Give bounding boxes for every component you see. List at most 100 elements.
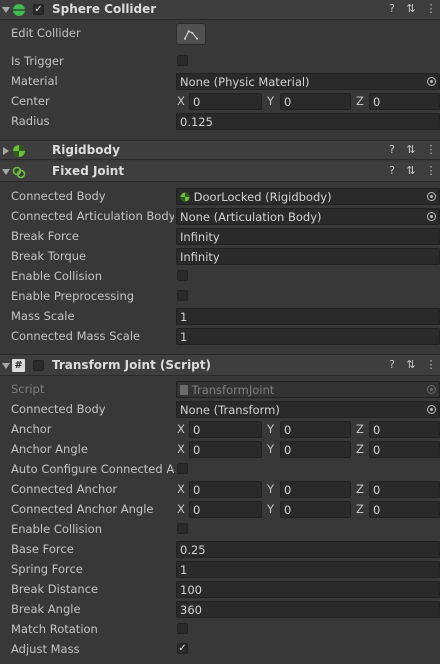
- connected-anchor-y-field[interactable]: 0: [280, 481, 351, 498]
- tj-enable-collision-row: Enable Collision: [0, 519, 440, 539]
- edit-collider-icon: [184, 30, 199, 40]
- context-menu-icon[interactable]: ⋮: [425, 2, 437, 16]
- field-value: None (Articulation Body): [180, 210, 322, 224]
- connected-mass-scale-row: Connected Mass Scale 1: [0, 326, 440, 346]
- sphere-collider-header[interactable]: ✓ Sphere Collider ? ⇅ ⋮: [0, 0, 440, 20]
- break-torque-field[interactable]: Infinity: [176, 248, 440, 265]
- fj-connected-articulation-field[interactable]: None (Articulation Body): [176, 208, 440, 225]
- break-force-field[interactable]: Infinity: [176, 228, 440, 245]
- field-label: Radius: [11, 114, 50, 128]
- tj-enable-collision-checkbox[interactable]: [177, 523, 188, 534]
- preset-icon[interactable]: ⇅: [405, 143, 417, 157]
- preset-icon[interactable]: ⇅: [405, 358, 417, 372]
- object-picker-icon[interactable]: [427, 405, 436, 414]
- field-label: Connected Body: [11, 402, 106, 416]
- spring-force-field[interactable]: 1: [176, 561, 440, 578]
- anchor-x-field[interactable]: 0: [189, 421, 262, 438]
- field-label: Break Force: [11, 229, 79, 243]
- rigidbody-header[interactable]: Rigidbody ? ⇅ ⋮: [0, 140, 440, 160]
- center-x-field[interactable]: 0: [189, 93, 262, 110]
- fj-enable-collision-row: Enable Collision: [0, 266, 440, 286]
- break-angle-field[interactable]: 360: [176, 601, 440, 618]
- material-field[interactable]: None (Physic Material): [176, 73, 440, 90]
- anchor-z-field[interactable]: 0: [369, 421, 440, 438]
- axis-label-y: Y: [267, 422, 275, 436]
- axis-label-y: Y: [267, 502, 275, 516]
- foldout-arrow-icon[interactable]: [2, 363, 10, 369]
- center-row: Center X 0 Y 0 Z 0: [0, 91, 440, 111]
- transform-joint-enabled-checkbox[interactable]: [33, 360, 44, 371]
- fixed-joint-header[interactable]: Fixed Joint ? ⇅ ⋮: [0, 162, 440, 182]
- preset-icon[interactable]: ⇅: [405, 164, 417, 178]
- connected-anchor-angle-y-field[interactable]: 0: [280, 501, 351, 518]
- match-rotation-checkbox[interactable]: [177, 623, 188, 634]
- context-menu-icon[interactable]: ⋮: [425, 143, 437, 157]
- auto-configure-checkbox[interactable]: [177, 463, 188, 474]
- rigidbody-icon: [180, 192, 190, 202]
- enable-preprocessing-checkbox[interactable]: [177, 290, 188, 301]
- connected-mass-scale-field[interactable]: 1: [176, 328, 440, 345]
- script-file-icon: [180, 385, 188, 395]
- anchor-angle-y-field[interactable]: 0: [280, 441, 351, 458]
- sphere-collider-enabled-checkbox[interactable]: ✓: [33, 4, 44, 15]
- material-row: Material None (Physic Material): [0, 71, 440, 91]
- mass-scale-row: Mass Scale 1: [0, 306, 440, 326]
- mass-scale-field[interactable]: 1: [176, 308, 440, 325]
- foldout-arrow-icon[interactable]: [2, 7, 10, 13]
- base-force-row: Base Force 0.25: [0, 539, 440, 559]
- edit-collider-row: Edit Collider: [0, 21, 440, 49]
- field-label: Edit Collider: [11, 26, 81, 40]
- field-label: Mass Scale: [11, 309, 75, 323]
- transform-joint-header[interactable]: # Transform Joint (Script) ? ⇅ ⋮: [0, 354, 440, 376]
- field-label: Connected Articulation Body: [11, 209, 174, 223]
- tj-connected-body-field[interactable]: None (Transform): [176, 401, 440, 418]
- radius-field[interactable]: 0.125: [176, 113, 440, 130]
- center-y-field[interactable]: 0: [280, 93, 351, 110]
- script-field: TransformJoint: [176, 381, 440, 398]
- object-picker-icon[interactable]: [427, 77, 436, 86]
- field-label: Enable Collision: [11, 269, 102, 283]
- adjust-mass-row: Adjust Mass ✓: [0, 639, 440, 659]
- component-title: Transform Joint (Script): [52, 358, 211, 372]
- help-icon[interactable]: ?: [386, 143, 398, 157]
- anchor-y-field[interactable]: 0: [280, 421, 351, 438]
- context-menu-icon[interactable]: ⋮: [425, 358, 437, 372]
- help-icon[interactable]: ?: [386, 164, 398, 178]
- axis-label-z: Z: [356, 442, 364, 456]
- component-title: Sphere Collider: [52, 2, 157, 16]
- is-trigger-checkbox[interactable]: [177, 55, 188, 66]
- fj-connected-body-field[interactable]: DoorLocked (Rigidbody): [176, 188, 440, 205]
- help-icon[interactable]: ?: [386, 2, 398, 16]
- base-force-field[interactable]: 0.25: [176, 541, 440, 558]
- object-picker-icon[interactable]: [427, 212, 436, 221]
- tj-connected-body-row: Connected Body None (Transform): [0, 399, 440, 419]
- help-icon[interactable]: ?: [386, 358, 398, 372]
- center-z-field[interactable]: 0: [369, 93, 440, 110]
- field-label: Break Angle: [11, 602, 81, 616]
- anchor-angle-x-field[interactable]: 0: [189, 441, 262, 458]
- connected-anchor-angle-z-field[interactable]: 0: [369, 501, 440, 518]
- field-label: Script: [11, 382, 45, 396]
- fj-enable-collision-checkbox[interactable]: [177, 270, 188, 281]
- radius-row: Radius 0.125: [0, 111, 440, 131]
- foldout-arrow-icon[interactable]: [2, 169, 10, 175]
- field-label: Match Rotation: [11, 622, 98, 636]
- object-picker-icon[interactable]: [427, 192, 436, 201]
- connected-anchor-row: Connected Anchor X 0 Y 0 Z 0: [0, 479, 440, 499]
- break-force-row: Break Force Infinity: [0, 226, 440, 246]
- connected-anchor-angle-x-field[interactable]: 0: [189, 501, 262, 518]
- connected-anchor-z-field[interactable]: 0: [369, 481, 440, 498]
- anchor-angle-z-field[interactable]: 0: [369, 441, 440, 458]
- field-value: None (Transform): [180, 403, 280, 417]
- axis-label-z: Z: [356, 422, 364, 436]
- axis-label-z: Z: [356, 502, 364, 516]
- context-menu-icon[interactable]: ⋮: [425, 164, 437, 178]
- connected-anchor-x-field[interactable]: 0: [189, 481, 262, 498]
- break-distance-field[interactable]: 100: [176, 581, 440, 598]
- adjust-mass-checkbox[interactable]: ✓: [177, 643, 188, 654]
- preset-icon[interactable]: ⇅: [405, 2, 417, 16]
- field-label: Anchor Angle: [11, 442, 88, 456]
- foldout-arrow-icon[interactable]: [3, 147, 9, 155]
- edit-collider-button[interactable]: [176, 23, 206, 45]
- is-trigger-row: Is Trigger: [0, 51, 440, 71]
